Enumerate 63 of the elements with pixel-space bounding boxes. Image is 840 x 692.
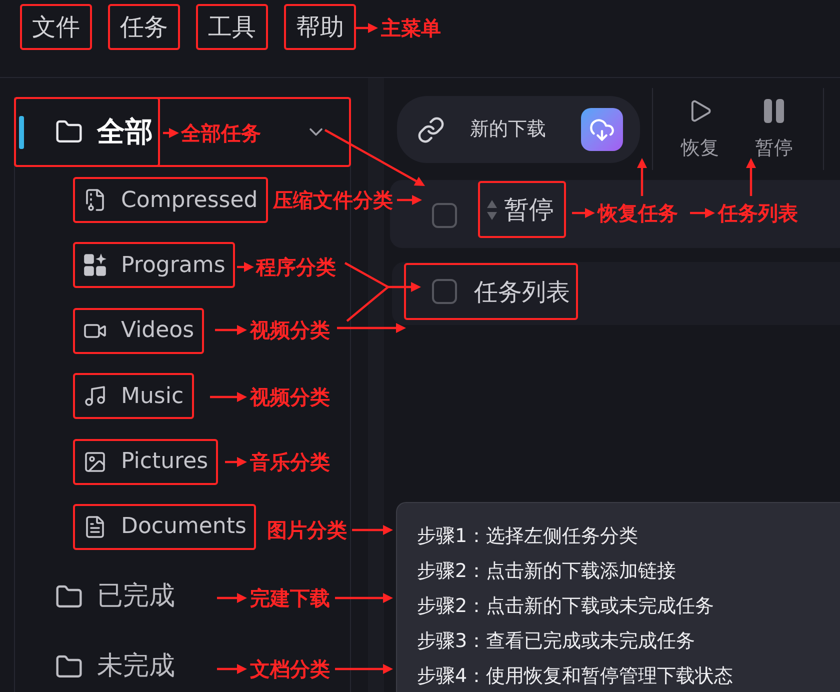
annotation-label: 压缩文件分类 <box>273 190 393 210</box>
pause-button[interactable]: 暂停 <box>755 98 793 160</box>
category-item[interactable]: 已完成 <box>55 577 175 616</box>
step-text: 步骤2：点击新的下载添加链接 <box>417 559 678 584</box>
step-text: 步骤1：选择左侧任务分类 <box>417 524 640 549</box>
category-item[interactable]: Compressed <box>75 179 266 221</box>
menu-item[interactable]: 工具 <box>198 6 266 48</box>
menu-item[interactable]: 文件 <box>22 6 90 48</box>
pause-icon <box>763 98 785 124</box>
archive-file-icon <box>83 188 107 212</box>
annotation-arrow <box>572 208 595 218</box>
category-item[interactable]: Programs <box>75 244 234 286</box>
checkbox[interactable] <box>432 203 457 228</box>
step-text: 步骤4：使用恢复和暂停管理下载状态 <box>417 664 734 689</box>
annotation-arrow <box>352 525 393 535</box>
annotation-arrow <box>690 208 715 218</box>
annotation-label: 文档分类 <box>250 659 330 679</box>
annotation-label: 主菜单 <box>381 18 441 38</box>
annotation-arrow <box>215 325 247 335</box>
category-item[interactable]: 未完成 <box>55 647 175 686</box>
link-icon <box>417 116 445 144</box>
category-item[interactable]: Videos <box>75 310 202 352</box>
document-icon <box>83 514 107 539</box>
step-text: 步骤2：点击新的下载或未完成任务 <box>417 594 716 619</box>
picture-icon <box>83 450 107 474</box>
category-item[interactable]: Documents <box>75 506 254 548</box>
annotation-arrow <box>237 262 254 272</box>
annotation-arrow <box>225 457 247 467</box>
annotation-label: 完建下载 <box>250 588 330 608</box>
annotation-arrow <box>217 664 247 674</box>
category-item[interactable]: Music <box>75 375 192 418</box>
annotation-label: 程序分类 <box>256 257 336 277</box>
task-name: 任务列表 <box>474 276 570 308</box>
annotation-label: 任务列表 <box>718 203 798 223</box>
sort-icon <box>486 198 498 220</box>
annotation-arrow <box>397 195 422 205</box>
annotation-label: 音乐分类 <box>250 452 330 472</box>
annotation-label: 图片分类 <box>267 520 347 540</box>
active-indicator <box>19 116 24 148</box>
annotation-label: 视频分类 <box>250 320 330 340</box>
annotation-arrow <box>746 158 756 196</box>
resume-button[interactable]: 恢复 <box>681 98 719 160</box>
menu-item[interactable]: 任务 <box>110 6 178 48</box>
app-grid-icon <box>83 253 107 278</box>
annotation-arrow <box>163 128 179 138</box>
menu-item[interactable]: 帮助 <box>286 6 354 48</box>
task-row[interactable]: 任务列表 <box>392 262 840 325</box>
column-header[interactable]: 暂停 <box>486 190 554 228</box>
checkbox[interactable] <box>432 279 457 304</box>
new-download-button[interactable]: 新的下载 <box>397 96 640 163</box>
cloud-download-icon <box>581 108 623 151</box>
annotation-label: 全部任务 <box>181 123 261 143</box>
annotation-arrow <box>335 664 393 674</box>
annotation-label: 恢复任务 <box>598 203 678 223</box>
annotation-label: 视频分类 <box>250 387 330 407</box>
annotation-arrow <box>637 158 647 196</box>
music-note-icon <box>83 384 107 408</box>
step-text: 步骤3：查看已完成或未完成任务 <box>417 629 696 654</box>
annotation-arrow <box>335 593 393 603</box>
category-item[interactable]: Pictures <box>75 440 216 483</box>
category-item[interactable]: 全部 <box>55 111 153 153</box>
annotation-arrow <box>217 593 247 603</box>
annotation-arrow <box>210 392 247 402</box>
